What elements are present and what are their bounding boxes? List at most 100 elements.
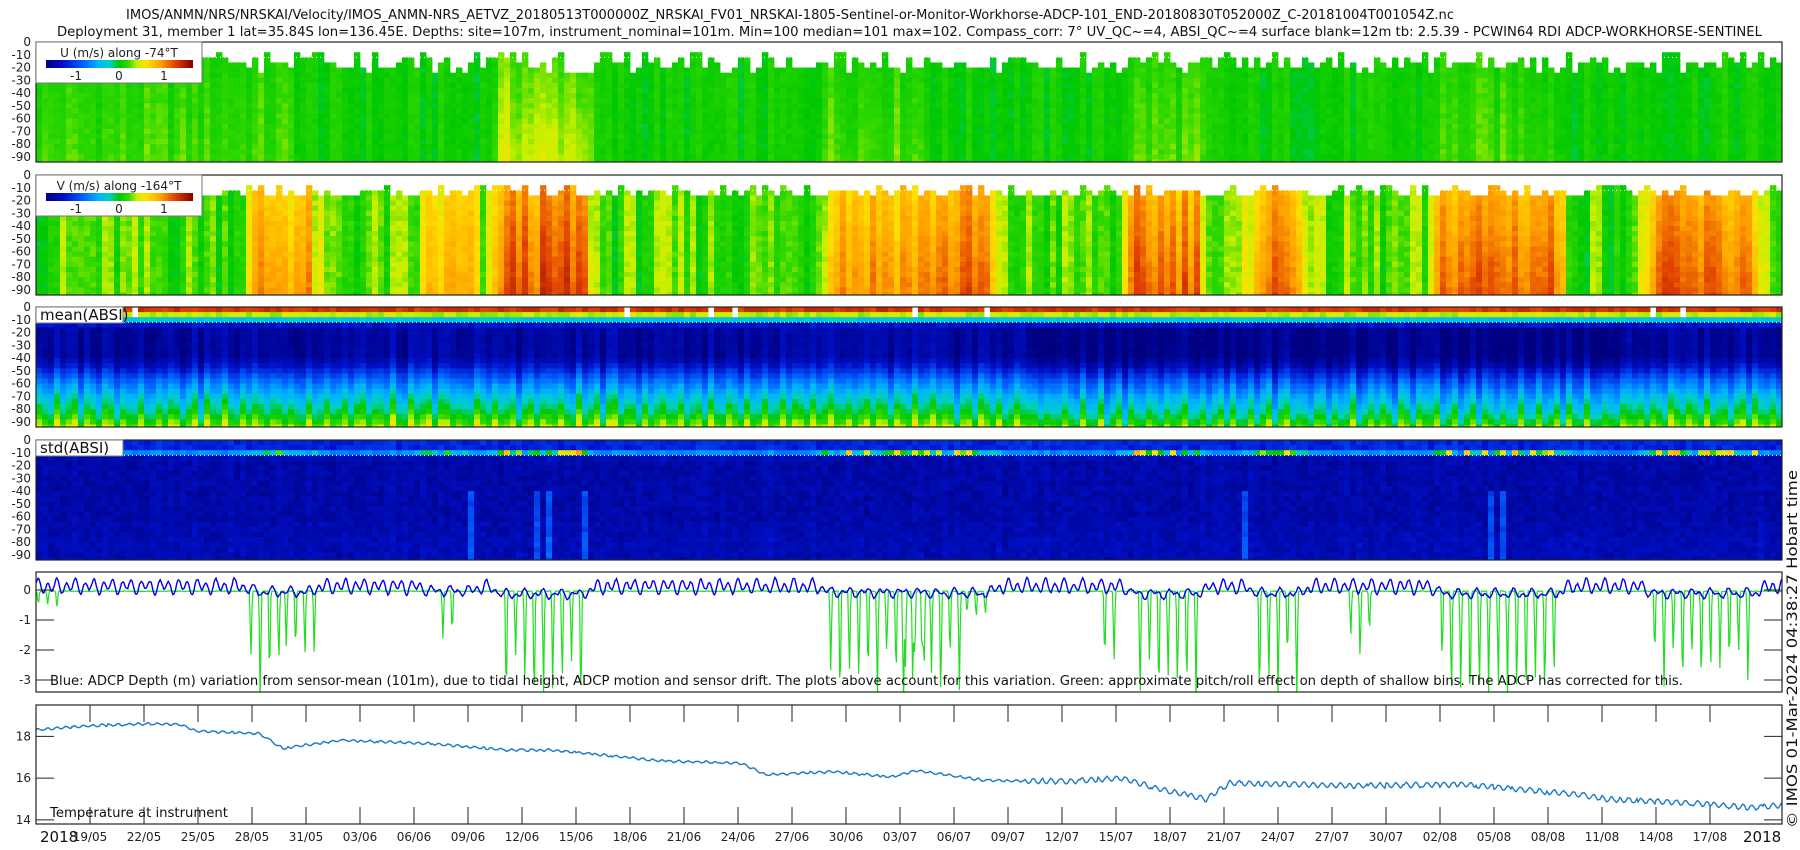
heatmap-cell: [900, 113, 907, 119]
heatmap-cell: [1422, 77, 1429, 84]
heatmap-cell: [648, 108, 655, 114]
heatmap-cell: [1314, 149, 1321, 155]
heatmap-cell: [582, 149, 589, 155]
heatmap-cell: [510, 62, 517, 68]
heatmap-cell: [492, 123, 499, 130]
heatmap-cell: [462, 87, 469, 94]
heatmap-cell: [762, 149, 769, 155]
heatmap-cell: [834, 93, 841, 99]
heatmap-cell: [468, 123, 475, 130]
heatmap-cell: [1170, 82, 1177, 89]
heatmap-cell: [150, 93, 157, 99]
heatmap-cell: [438, 108, 445, 114]
heatmap-cell: [1182, 128, 1189, 135]
heatmap-cell: [996, 103, 1003, 109]
heatmap-cell: [1398, 108, 1405, 114]
heatmap-cell: [540, 93, 547, 99]
heatmap-cell: [1500, 133, 1507, 140]
heatmap-cell: [192, 93, 199, 99]
heatmap-cell: [786, 72, 793, 79]
heatmap-cell: [1338, 98, 1345, 104]
heatmap-cell: [1020, 133, 1027, 140]
heatmap-cell: [1116, 93, 1123, 99]
heatmap-cell: [1416, 113, 1423, 119]
heatmap-cell: [198, 154, 205, 160]
heatmap-cell: [318, 118, 325, 125]
heatmap-cell: [1350, 62, 1357, 68]
heatmap-cell: [702, 93, 709, 99]
heatmap-cell: [312, 144, 319, 150]
heatmap-cell: [990, 128, 997, 135]
heatmap-cell: [864, 133, 871, 140]
heatmap-cell: [582, 82, 589, 89]
heatmap-cell: [978, 149, 985, 155]
heatmap-cell: [876, 139, 883, 145]
heatmap-cell: [546, 87, 553, 94]
heatmap-cell: [1350, 103, 1357, 109]
heatmap-cell: [1470, 123, 1477, 130]
heatmap-cell: [894, 154, 901, 160]
heatmap-cell: [1020, 108, 1027, 114]
heatmap-cell: [708, 139, 715, 145]
heatmap-cell: [1122, 128, 1129, 135]
heatmap-cell: [1332, 87, 1339, 94]
heatmap-cell: [504, 118, 511, 125]
heatmap-cell: [1206, 87, 1213, 94]
heatmap-cell: [870, 77, 877, 84]
heatmap-cell: [1326, 77, 1333, 84]
heatmap-cell: [210, 144, 217, 150]
heatmap-cell: [774, 144, 781, 150]
heatmap-cell: [1002, 72, 1009, 79]
heatmap-cell: [126, 144, 133, 150]
heatmap-cell: [486, 72, 493, 79]
heatmap-cell: [984, 144, 991, 150]
heatmap-cell: [198, 82, 205, 89]
heatmap-cell: [672, 77, 679, 84]
heatmap-cell: [258, 144, 265, 150]
heatmap-cell: [480, 149, 487, 155]
heatmap-cell: [570, 133, 577, 140]
heatmap-cell: [1464, 133, 1471, 140]
heatmap-cell: [768, 103, 775, 109]
heatmap-cell: [438, 93, 445, 99]
heatmap-cell: [1530, 108, 1537, 114]
heatmap-cell: [198, 108, 205, 114]
heatmap-cell: [1308, 98, 1315, 104]
heatmap-cell: [1440, 128, 1447, 135]
heatmap-cell: [1404, 149, 1411, 155]
heatmap-cell: [726, 123, 733, 130]
heatmap-cell: [618, 113, 625, 119]
heatmap-cell: [1194, 82, 1201, 89]
heatmap-cell: [690, 144, 697, 150]
heatmap-cell: [330, 154, 337, 160]
heatmap-cell: [72, 108, 79, 114]
heatmap-cell: [294, 87, 301, 94]
heatmap-cell: [324, 72, 331, 79]
heatmap-cell: [588, 133, 595, 140]
heatmap-cell: [228, 103, 235, 109]
heatmap-cell: [1488, 87, 1495, 94]
heatmap-cell: [210, 103, 217, 109]
heatmap-cell: [678, 93, 685, 99]
heatmap-cell: [60, 82, 67, 89]
heatmap-cell: [1296, 82, 1303, 89]
heatmap-cell: [408, 57, 415, 63]
heatmap-cell: [276, 113, 283, 119]
heatmap-cell: [864, 144, 871, 150]
heatmap-cell: [390, 139, 397, 145]
heatmap-cell: [1422, 72, 1429, 79]
heatmap-cell: [1428, 128, 1435, 135]
heatmap-cell: [1170, 93, 1177, 99]
heatmap-cell: [570, 98, 577, 104]
heatmap-cell: [816, 62, 823, 68]
heatmap-cell: [372, 72, 379, 79]
heatmap-cell: [342, 133, 349, 140]
heatmap-cell: [900, 108, 907, 114]
heatmap-cell: [378, 72, 385, 79]
heatmap-cell: [588, 139, 595, 145]
heatmap-cell: [852, 77, 859, 84]
heatmap-cell: [330, 93, 337, 99]
heatmap-cell: [846, 113, 853, 119]
heatmap-cell: [1062, 108, 1069, 114]
heatmap-cell: [1086, 72, 1093, 79]
